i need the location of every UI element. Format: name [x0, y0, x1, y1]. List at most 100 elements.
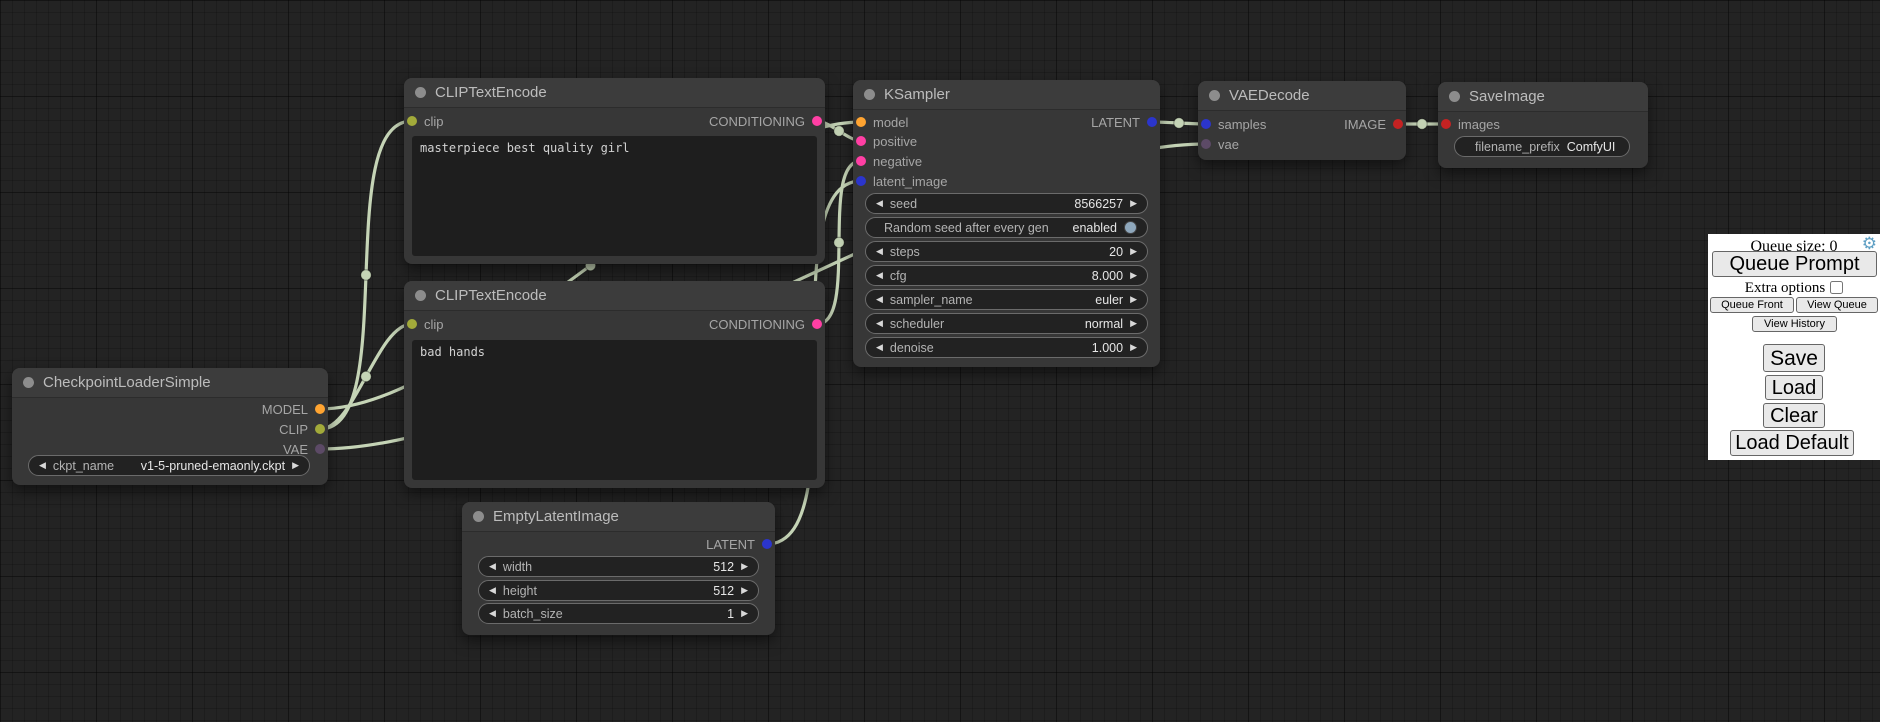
- widget-value: v1-5-pruned-emaonly.ckpt: [141, 459, 285, 473]
- node-collapse-dot-icon[interactable]: [415, 87, 426, 98]
- node-collapse-dot-icon[interactable]: [1449, 91, 1460, 102]
- widget-label: scheduler: [890, 317, 944, 331]
- input-label: clip: [424, 114, 444, 129]
- increment-arrow-icon[interactable]: ▶: [741, 609, 748, 618]
- cfg-widget[interactable]: ◀ cfg 8.000 ▶: [865, 265, 1148, 286]
- node-collapse-dot-icon[interactable]: [864, 89, 875, 100]
- load-default-button[interactable]: Load Default: [1730, 430, 1854, 456]
- widget-label: Random seed after every gen: [884, 221, 1049, 235]
- filename-prefix-widget[interactable]: filename_prefix ComfyUI: [1454, 136, 1630, 157]
- width-widget[interactable]: ◀ width 512 ▶: [478, 556, 759, 577]
- ckpt-name-widget[interactable]: ◀ ckpt_name v1-5-pruned-emaonly.ckpt ▶: [28, 455, 310, 476]
- input-label: model: [873, 115, 908, 130]
- seed-widget[interactable]: ◀ seed 8566257 ▶: [865, 193, 1148, 214]
- extra-options-checkbox[interactable]: [1830, 281, 1843, 294]
- steps-widget[interactable]: ◀ steps 20 ▶: [865, 241, 1148, 262]
- extra-options-row: Extra options: [1708, 280, 1880, 297]
- input-label: vae: [1218, 137, 1239, 152]
- input-row-negative: negative: [856, 151, 922, 171]
- decrement-arrow-icon[interactable]: ◀: [876, 247, 883, 256]
- node-vae-decode[interactable]: VAEDecode samples vae IMAGE: [1198, 81, 1406, 160]
- random-seed-toggle-widget[interactable]: Random seed after every gen enabled: [865, 217, 1148, 238]
- node-collapse-dot-icon[interactable]: [23, 377, 34, 388]
- increment-arrow-icon[interactable]: ▶: [292, 461, 299, 470]
- input-row-samples: samples: [1201, 114, 1266, 134]
- input-row-positive: positive: [856, 131, 917, 151]
- node-title: CheckpointLoaderSimple: [43, 374, 211, 391]
- increment-arrow-icon[interactable]: ▶: [1130, 271, 1137, 280]
- output-row-conditioning: CONDITIONING: [709, 314, 822, 334]
- node-checkpoint-loader[interactable]: CheckpointLoaderSimple MODEL CLIP VAE ◀ …: [12, 368, 328, 485]
- decrement-arrow-icon[interactable]: ◀: [876, 271, 883, 280]
- node-save-image[interactable]: SaveImage images filename_prefix ComfyUI: [1438, 82, 1648, 168]
- view-queue-button[interactable]: View Queue: [1796, 297, 1878, 313]
- model-output-port[interactable]: [315, 404, 325, 414]
- output-row-model: MODEL: [262, 399, 325, 419]
- load-button[interactable]: Load: [1765, 375, 1823, 400]
- increment-arrow-icon[interactable]: ▶: [741, 586, 748, 595]
- decrement-arrow-icon[interactable]: ◀: [876, 199, 883, 208]
- queue-front-button[interactable]: Queue Front: [1710, 297, 1794, 313]
- node-ksampler[interactable]: KSampler model positive negative latent_…: [853, 80, 1160, 367]
- queue-prompt-button[interactable]: Queue Prompt: [1712, 251, 1877, 277]
- input-label: negative: [873, 154, 922, 169]
- widget-label: height: [503, 584, 537, 598]
- node-title-bar: CheckpointLoaderSimple: [12, 368, 328, 398]
- widget-value: enabled: [1073, 221, 1118, 235]
- toggle-on-icon[interactable]: [1124, 221, 1137, 234]
- increment-arrow-icon[interactable]: ▶: [741, 562, 748, 571]
- node-title: CLIPTextEncode: [435, 84, 547, 101]
- positive-input-port[interactable]: [856, 136, 866, 146]
- input-label: clip: [424, 317, 444, 332]
- conditioning-output-port[interactable]: [812, 319, 822, 329]
- negative-input-port[interactable]: [856, 156, 866, 166]
- latent-output-port[interactable]: [762, 539, 772, 549]
- latent-image-input-port[interactable]: [856, 176, 866, 186]
- batch-size-widget[interactable]: ◀ batch_size 1 ▶: [478, 603, 759, 624]
- save-button[interactable]: Save: [1763, 344, 1825, 372]
- scheduler-widget[interactable]: ◀ scheduler normal ▶: [865, 313, 1148, 334]
- node-collapse-dot-icon[interactable]: [415, 290, 426, 301]
- widget-value: ComfyUI: [1567, 140, 1616, 154]
- prompt-textarea[interactable]: masterpiece best quality girl: [412, 136, 817, 256]
- widget-value: 1.000: [1092, 341, 1123, 355]
- model-input-port[interactable]: [856, 117, 866, 127]
- sampler-name-widget[interactable]: ◀ sampler_name euler ▶: [865, 289, 1148, 310]
- prompt-textarea[interactable]: bad hands: [412, 340, 817, 480]
- node-title: EmptyLatentImage: [493, 508, 619, 525]
- decrement-arrow-icon[interactable]: ◀: [489, 562, 496, 571]
- vae-output-port[interactable]: [315, 444, 325, 454]
- widget-value: 512: [713, 584, 734, 598]
- decrement-arrow-icon[interactable]: ◀: [39, 461, 46, 470]
- clip-input-port[interactable]: [407, 319, 417, 329]
- image-output-port[interactable]: [1393, 119, 1403, 129]
- increment-arrow-icon[interactable]: ▶: [1130, 247, 1137, 256]
- conditioning-output-port[interactable]: [812, 116, 822, 126]
- increment-arrow-icon[interactable]: ▶: [1130, 319, 1137, 328]
- view-history-button[interactable]: View History: [1752, 316, 1837, 332]
- samples-input-port[interactable]: [1201, 119, 1211, 129]
- widget-value: euler: [1095, 293, 1123, 307]
- decrement-arrow-icon[interactable]: ◀: [876, 343, 883, 352]
- increment-arrow-icon[interactable]: ▶: [1130, 295, 1137, 304]
- decrement-arrow-icon[interactable]: ◀: [876, 319, 883, 328]
- node-collapse-dot-icon[interactable]: [473, 511, 484, 522]
- images-input-port[interactable]: [1441, 119, 1451, 129]
- node-clip-text-encode-positive[interactable]: CLIPTextEncode clip CONDITIONING masterp…: [404, 78, 825, 264]
- clip-input-port[interactable]: [407, 116, 417, 126]
- vae-input-port[interactable]: [1201, 139, 1211, 149]
- clear-button[interactable]: Clear: [1763, 403, 1825, 428]
- denoise-widget[interactable]: ◀ denoise 1.000 ▶: [865, 337, 1148, 358]
- clip-output-port[interactable]: [315, 424, 325, 434]
- node-clip-text-encode-negative[interactable]: CLIPTextEncode clip CONDITIONING bad han…: [404, 281, 825, 488]
- decrement-arrow-icon[interactable]: ◀: [876, 295, 883, 304]
- height-widget[interactable]: ◀ height 512 ▶: [478, 580, 759, 601]
- increment-arrow-icon[interactable]: ▶: [1130, 199, 1137, 208]
- decrement-arrow-icon[interactable]: ◀: [489, 609, 496, 618]
- decrement-arrow-icon[interactable]: ◀: [489, 586, 496, 595]
- node-empty-latent-image[interactable]: EmptyLatentImage LATENT ◀ width 512 ▶ ◀ …: [462, 502, 775, 635]
- latent-output-port[interactable]: [1147, 117, 1157, 127]
- input-row-model: model: [856, 112, 908, 132]
- node-collapse-dot-icon[interactable]: [1209, 90, 1220, 101]
- increment-arrow-icon[interactable]: ▶: [1130, 343, 1137, 352]
